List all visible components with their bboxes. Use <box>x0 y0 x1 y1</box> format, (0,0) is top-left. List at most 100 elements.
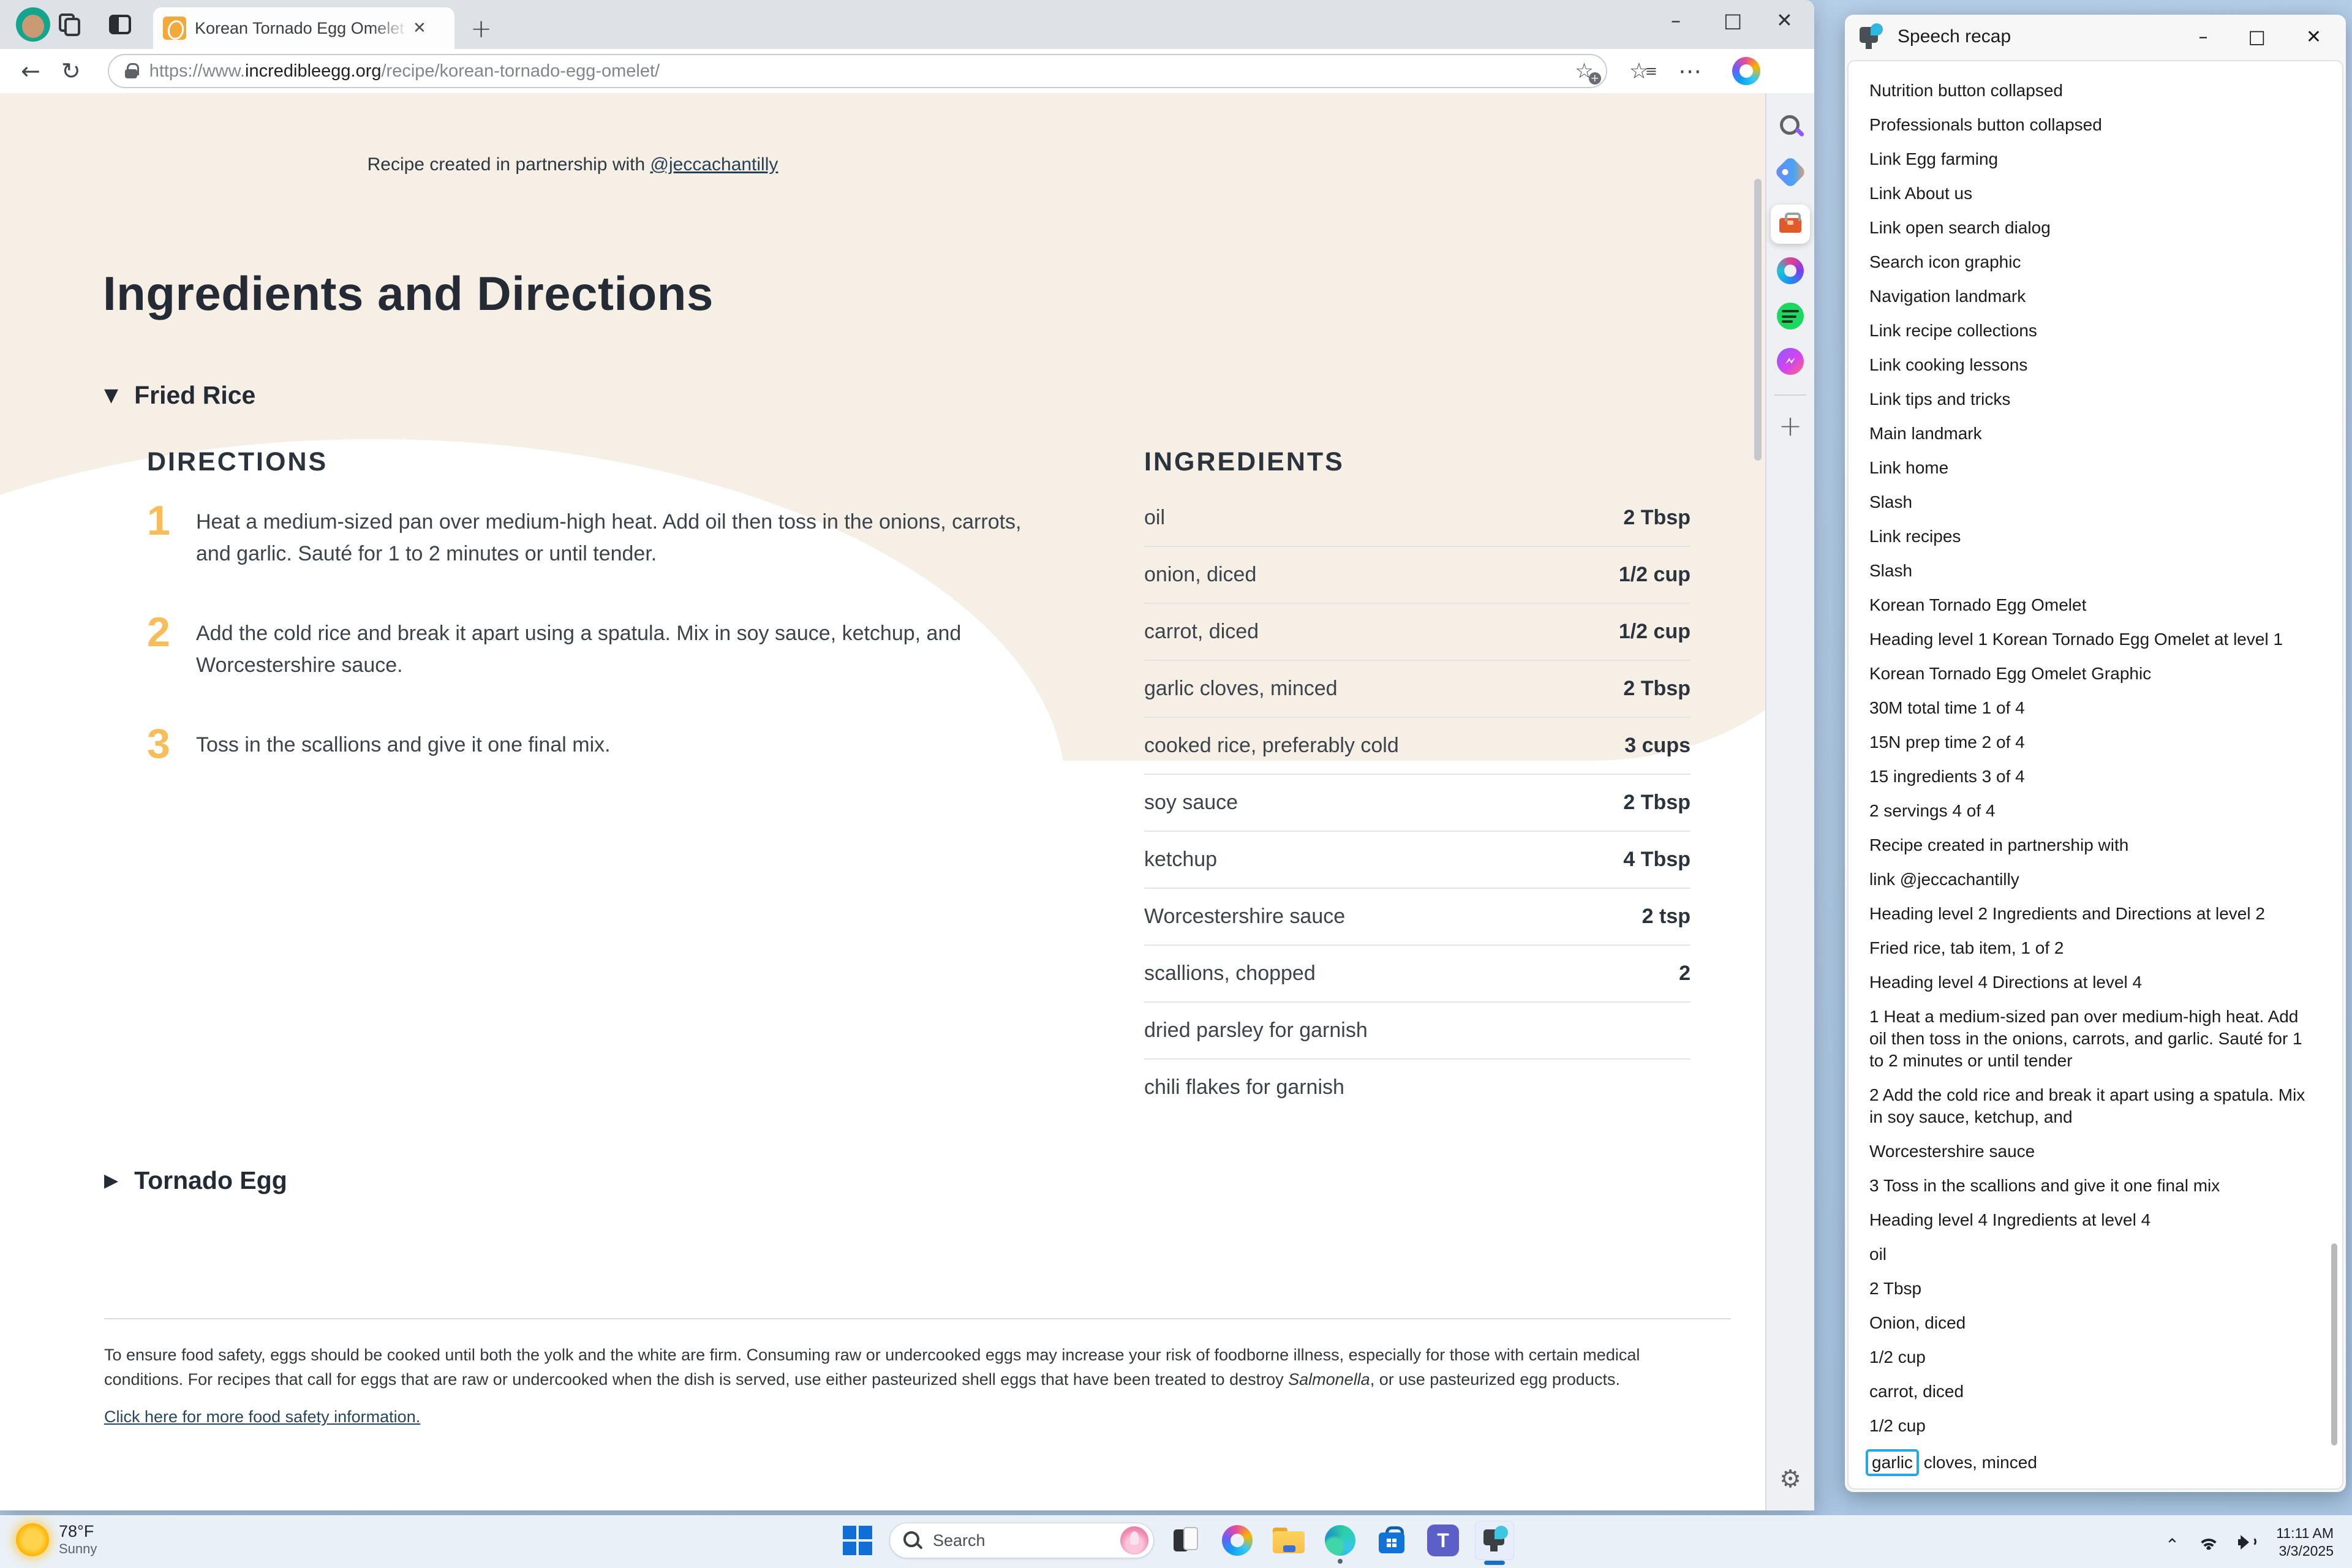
taskbar-copilot-icon[interactable] <box>1218 1521 1257 1560</box>
tornado-egg-accordion[interactable]: ▶ Tornado Egg <box>104 1166 287 1195</box>
settings-more-icon[interactable]: ⋯ <box>1678 58 1703 85</box>
ingredient-name: soy sauce <box>1144 791 1238 815</box>
fried-rice-label: Fried Rice <box>134 381 255 410</box>
workspaces-sidebar-icon[interactable] <box>109 15 131 34</box>
speech-recap-line: 1 Heat a medium-sized pan over medium-hi… <box>1869 1006 2315 1072</box>
browser-tab[interactable]: Korean Tornado Egg Omelet - An ✕ <box>153 7 454 49</box>
speech-recap-line: Navigation landmark <box>1869 285 2315 307</box>
weather-widget[interactable]: 78°F Sunny <box>16 1522 97 1557</box>
copilot-icon[interactable] <box>1732 57 1760 85</box>
speech-recap-current-line: garlic cloves, minced <box>1869 1449 2315 1476</box>
direction-step: 1 Heat a medium-sized pan over medium-hi… <box>147 502 1041 570</box>
hidden-icons-chevron[interactable]: ⌃ <box>2165 1535 2179 1555</box>
sidebar-tools-icon[interactable] <box>1771 205 1810 244</box>
speech-maximize-button[interactable]: □ <box>2248 26 2266 48</box>
back-button[interactable]: ← <box>21 58 40 85</box>
food-safety-link[interactable]: Click here for more food safety informat… <box>104 1408 420 1427</box>
url-text: https://www.incredibleegg.org/recipe/kor… <box>149 61 660 81</box>
tornado-egg-label: Tornado Egg <box>134 1166 287 1195</box>
sidebar-search-icon[interactable] <box>1780 115 1801 136</box>
ingredient-name: cooked rice, preferably cold <box>1144 734 1399 758</box>
browser-close-button[interactable]: ✕ <box>1776 9 1793 32</box>
speech-recap-line: 2 Tbsp <box>1869 1278 2315 1300</box>
direction-step: 2 Add the cold rice and break it apart u… <box>147 614 1041 681</box>
speech-recap-line: 2 servings 4 of 4 <box>1869 800 2315 822</box>
speech-recap-line: 2 Add the cold rice and break it apart u… <box>1869 1084 2315 1128</box>
volume-icon[interactable] <box>2238 1534 2258 1551</box>
ingredient-row: oil 2 Tbsp <box>1144 490 1691 547</box>
file-explorer-icon[interactable] <box>1269 1521 1308 1560</box>
step-number: 1 <box>147 502 196 570</box>
wifi-icon[interactable] <box>2198 1534 2220 1551</box>
fried-rice-accordion[interactable]: ▼ Fried Rice <box>104 381 255 410</box>
teams-icon[interactable]: T <box>1423 1521 1463 1560</box>
ingredients-list: oil 2 Tbsp onion, diced 1/2 cup carrot, … <box>1144 490 1691 1115</box>
food-safety-disclaimer: To ensure food safety, eggs should be co… <box>104 1343 1684 1392</box>
sidebar-divider <box>1774 394 1806 396</box>
tab-title: Korean Tornado Egg Omelet - An <box>195 19 409 38</box>
task-view-button[interactable] <box>1166 1521 1205 1560</box>
start-button[interactable] <box>838 1521 877 1560</box>
ingredient-amount: 2 Tbsp <box>1623 506 1691 530</box>
ingredient-name: chili flakes for garnish <box>1144 1076 1344 1099</box>
ingredient-amount: 1/2 cup <box>1619 563 1691 587</box>
speech-recap-titlebar[interactable]: Speech recap – □ ✕ <box>1845 15 2346 59</box>
sidebar-spotify-icon[interactable] <box>1777 303 1804 330</box>
add-favorite-icon[interactable]: ☆+ <box>1575 59 1593 83</box>
speech-recap-list: Nutrition button collapsed Professionals… <box>1847 60 2343 1490</box>
browser-minimize-button[interactable]: – <box>1671 9 1681 32</box>
chevron-right-icon: ▶ <box>104 1170 118 1191</box>
speech-recap-line: Recipe created in partnership with <box>1869 834 2315 856</box>
speech-recap-line: Link About us <box>1869 183 2315 205</box>
tray-time: 11:11 AM <box>2276 1525 2334 1542</box>
clock[interactable]: 11:11 AM 3/3/2025 <box>2276 1525 2334 1560</box>
step-text: Heat a medium-sized pan over medium-high… <box>196 502 1041 570</box>
ingredient-amount: 3 cups <box>1624 734 1691 758</box>
tab-close-icon[interactable]: ✕ <box>413 19 426 37</box>
speech-recap-line: 1/2 cup <box>1869 1346 2315 1368</box>
bing-daily-image-icon[interactable] <box>1120 1526 1148 1555</box>
speech-close-button[interactable]: ✕ <box>2306 26 2321 48</box>
lock-icon[interactable] <box>125 63 138 79</box>
browser-toolbar: ← ↻ https://www.incredibleegg.org/recipe… <box>0 49 1814 93</box>
sidebar-settings-gear-icon[interactable]: ⚙ <box>1779 1465 1801 1493</box>
speech-recap-line: Nutrition button collapsed <box>1869 80 2315 102</box>
speech-recap-line: Link tips and tricks <box>1869 388 2315 410</box>
partner-link[interactable]: @jeccachantilly <box>650 154 778 175</box>
speech-recap-line: oil <box>1869 1243 2315 1265</box>
speech-recap-line: Fried rice, tab item, 1 of 2 <box>1869 937 2315 959</box>
narrator-taskbar-icon[interactable] <box>1475 1521 1514 1560</box>
address-bar[interactable]: https://www.incredibleegg.org/recipe/kor… <box>108 54 1607 88</box>
step-text: Add the cold rice and break it apart usi… <box>196 614 1041 681</box>
ingredient-row: ketchup 4 Tbsp <box>1144 832 1691 889</box>
page-scrollbar-thumb[interactable] <box>1754 179 1762 461</box>
taskbar-search[interactable]: Search <box>889 1523 1154 1558</box>
speech-highlight-word: garlic <box>1866 1449 1919 1476</box>
sidebar-m365-icon[interactable] <box>1777 257 1804 284</box>
speech-minimize-button[interactable]: – <box>2199 26 2208 48</box>
profile-avatar[interactable] <box>16 7 50 42</box>
sidebar-messenger-icon[interactable] <box>1777 348 1804 375</box>
edge-icon[interactable] <box>1321 1521 1360 1560</box>
speech-recap-line: Heading level 2 Ingredients and Directio… <box>1869 903 2315 925</box>
refresh-button[interactable]: ↻ <box>61 58 81 85</box>
browser-window: Korean Tornado Egg Omelet - An ✕ + – □ ✕… <box>0 0 1814 1510</box>
browser-maximize-button[interactable]: □ <box>1724 9 1742 32</box>
sun-icon <box>16 1523 49 1556</box>
ingredient-row: onion, diced 1/2 cup <box>1144 547 1691 604</box>
new-tab-button[interactable]: + <box>470 13 492 43</box>
speech-scrollbar-thumb[interactable] <box>2331 1243 2337 1446</box>
ingredient-row: cooked rice, preferably cold 3 cups <box>1144 718 1691 775</box>
ingredient-name: garlic cloves, minced <box>1144 677 1338 701</box>
sidebar-shopping-icon[interactable] <box>1774 156 1807 189</box>
narrator-app-icon <box>1858 24 1883 49</box>
microsoft-store-icon[interactable] <box>1372 1521 1411 1560</box>
directions-list: 1 Heat a medium-sized pan over medium-hi… <box>147 502 1041 806</box>
sidebar-add-icon[interactable]: + <box>1779 409 1803 442</box>
partnership-line: Recipe created in partnership with @jecc… <box>0 154 1145 175</box>
ingredient-amount: 1/2 cup <box>1619 620 1691 644</box>
favorites-icon[interactable]: ☆≡ <box>1629 59 1649 84</box>
tab-stacks-icon[interactable] <box>59 13 83 38</box>
speech-recap-line: 15N prep time 2 of 4 <box>1869 731 2315 753</box>
weather-temp: 78°F <box>59 1522 97 1541</box>
